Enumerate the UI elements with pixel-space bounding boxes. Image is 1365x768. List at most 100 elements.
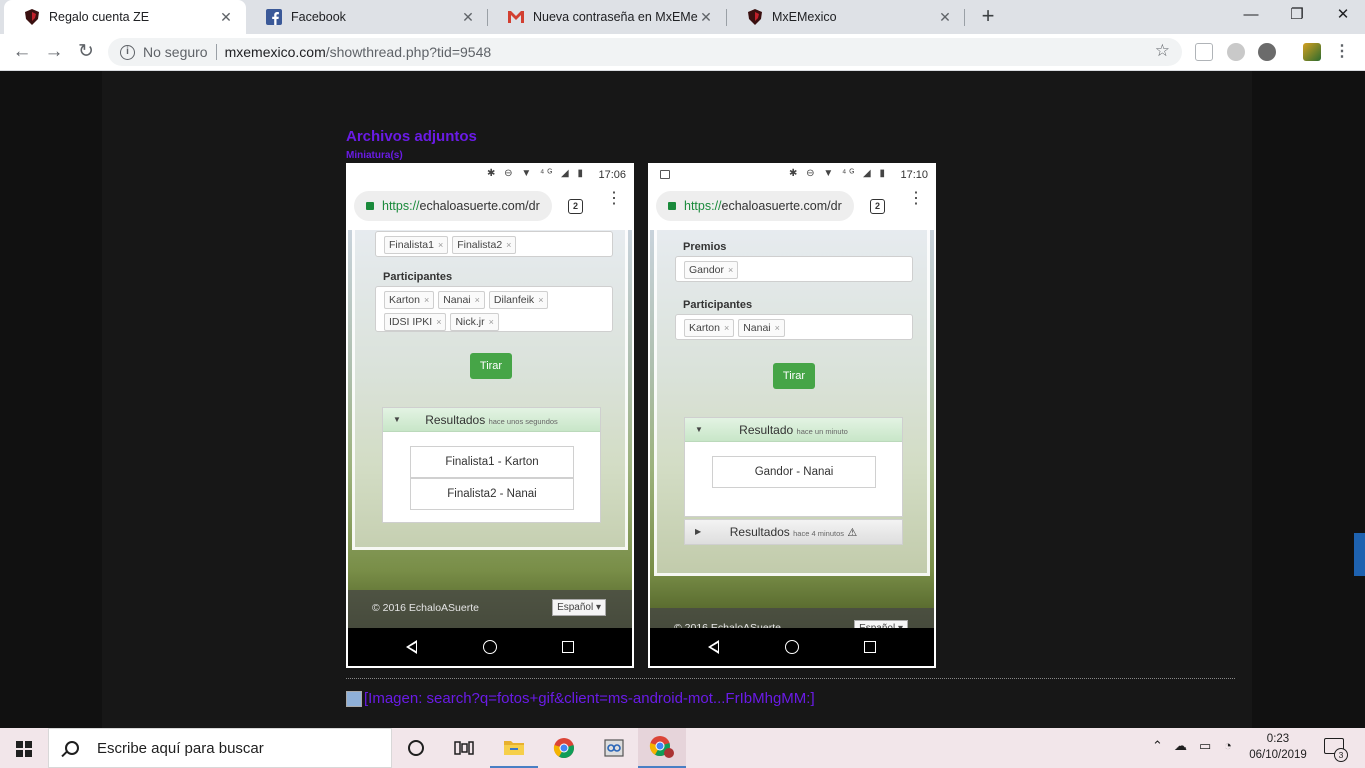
chrome-menu-icon[interactable]: ⋮ (1330, 40, 1354, 64)
close-tab-icon[interactable]: ✕ (937, 9, 953, 26)
status-icons: ✱ ⊖ ▼ ⁴ᴳ ◢ ▮ (487, 168, 586, 179)
broken-image-text: [Imagen: search?q=fotos+gif&client=ms-an… (364, 690, 815, 707)
result-item: Gandor - Nanai (712, 456, 876, 488)
participants-field: Karton × Nanai × (675, 314, 913, 340)
draw-form-card: Finalista1 × Finalista2 × Participantes Kar… (352, 230, 628, 550)
tag-chip: Nanai × (438, 291, 485, 309)
close-tab-icon[interactable]: ✕ (698, 9, 714, 26)
back-triangle-icon (708, 640, 719, 654)
show-hidden-icons-icon[interactable]: ⌃ (1152, 738, 1163, 754)
warning-icon: ⚠ (847, 527, 858, 539)
tab-gmail[interactable]: Nueva contraseña en MxEMexico ✕ (488, 0, 726, 34)
attachment-thumbnail[interactable]: ✱ ⊖ ▼ ⁴ᴳ ◢ ▮ 17:10 https://echaloasuerte… (648, 163, 936, 668)
search-icon (65, 741, 79, 755)
tab-separator (964, 9, 965, 26)
footer-copyright: © 2016 EchaloASuerte (372, 602, 479, 614)
chrome-active-icon[interactable] (638, 728, 686, 768)
result-item: Finalista1 - Karton (410, 446, 574, 478)
caret-right-icon: ▶ (695, 527, 702, 536)
taskbar-clock[interactable]: 0:23 06/10/2019 (1248, 731, 1308, 763)
address-bar[interactable]: i No seguro mxemexico.com/showthread.php… (108, 38, 1182, 66)
tag-chip: Karton × (384, 291, 435, 309)
mxe-shield-icon (24, 9, 40, 25)
back-arrow-icon[interactable]: ← (10, 40, 34, 64)
close-window-button[interactable]: ✕ (1320, 0, 1365, 32)
tab-facebook[interactable]: Facebook ✕ (246, 0, 488, 34)
tag-chip: IDSI IPKI × (384, 313, 447, 331)
forward-arrow-icon[interactable]: → (42, 40, 66, 64)
close-tab-icon[interactable]: ✕ (218, 9, 234, 26)
cortana-icon[interactable] (392, 728, 440, 768)
reload-icon[interactable]: ↻ (74, 40, 98, 64)
tag-chip: Dilanfeik × (488, 291, 549, 309)
search-placeholder: Escribe aquí para buscar (97, 739, 264, 757)
tab-count-icon: 2 (870, 199, 885, 214)
clock-date: 06/10/2019 (1249, 749, 1307, 761)
url-scheme: https:// (382, 199, 420, 213)
results-panel: ▼ Resultados hace unos segundos Finalist… (382, 407, 601, 523)
broken-image-link[interactable]: [Imagen: search?q=fotos+gif&client=ms-an… (346, 690, 815, 707)
task-view-icon[interactable] (440, 728, 488, 768)
url-path: /showthread.php?tid=9548 (325, 44, 492, 60)
mobile-footer: © 2016 EchaloASuerte Español ▾ (650, 608, 934, 630)
snipping-tool-icon[interactable] (590, 728, 638, 768)
language-select: Español ▾ (552, 599, 606, 616)
tab-strip: Regalo cuenta ZE ✕ Facebook ✕ Nueva cont… (0, 0, 1365, 34)
wifi-icon[interactable]: ◔ (1224, 738, 1232, 753)
windows-logo-icon (16, 741, 32, 757)
bookmark-star-icon[interactable]: ☆ (1155, 41, 1170, 61)
thumbnails-label: Miniatura(s) (346, 150, 403, 161)
phone-status-bar: ✱ ⊖ ▼ ⁴ᴳ ◢ ▮ 17:06 (348, 165, 632, 185)
facebook-icon (266, 9, 282, 25)
post-divider (346, 678, 1235, 679)
home-circle-icon (785, 640, 799, 654)
prizes-field: Gandor × (675, 256, 913, 282)
tab-title: Nueva contraseña en MxEMexico (533, 10, 698, 24)
status-time: 17:10 (900, 169, 928, 181)
mobile-url-bar: https://echaloasuerte.com/dr (354, 191, 552, 221)
tab-mxemexico[interactable]: MxEMexico ✕ (727, 0, 965, 34)
results-header: ▼ Resultados hace unos segundos (383, 408, 600, 432)
clock-time: 0:23 (1266, 733, 1290, 745)
security-label: No seguro (143, 44, 208, 60)
mobile-chrome-bar: https://echaloasuerte.com/dr 2 ⋮ (348, 185, 632, 230)
file-explorer-icon[interactable] (490, 728, 538, 768)
lock-icon (366, 202, 374, 210)
minimize-button[interactable]: — (1228, 0, 1274, 32)
gallery-icon (660, 170, 670, 179)
recents-square-icon (864, 641, 876, 653)
mobile-page: Premios Gandor × Participantes Karton × Nan… (650, 230, 934, 630)
scrollbar-thumb[interactable] (1354, 533, 1365, 576)
prizes-label: Premios (683, 241, 727, 253)
attachment-thumbnail[interactable]: ✱ ⊖ ▼ ⁴ᴳ ◢ ▮ 17:06 https://echaloasuerte… (346, 163, 634, 668)
browser-toolbar: ← → ↻ i No seguro mxemexico.com/showthre… (0, 34, 1365, 71)
start-button[interactable] (0, 728, 48, 768)
back-triangle-icon (406, 640, 417, 654)
profile-avatar[interactable] (1303, 43, 1321, 61)
extension-icon[interactable] (1195, 43, 1213, 61)
close-tab-icon[interactable]: ✕ (460, 9, 476, 26)
onedrive-icon[interactable]: ☁ (1174, 738, 1187, 754)
restore-button[interactable]: ❐ (1274, 0, 1320, 32)
taskbar-search[interactable]: Escribe aquí para buscar (48, 728, 392, 768)
draw-button: Tirar (773, 363, 815, 389)
notification-count-badge: 3 (1334, 748, 1348, 762)
older-results-time: hace 4 minutos (793, 529, 845, 538)
recents-square-icon (562, 641, 574, 653)
extension-icon[interactable] (1227, 43, 1245, 61)
results-title: Resultados (425, 413, 486, 427)
caret-down-icon: ▼ (695, 425, 703, 434)
tag-chip: Nanai × (738, 319, 785, 337)
extension-icon[interactable] (1258, 43, 1276, 61)
tab-title: Regalo cuenta ZE (49, 10, 150, 24)
url-host: mxemexico.com (224, 44, 326, 60)
attachments-heading: Archivos adjuntos (346, 128, 477, 145)
tab-regalo-cuenta[interactable]: Regalo cuenta ZE ✕ (4, 0, 246, 34)
battery-icon[interactable]: ▭ (1199, 738, 1211, 754)
url-scheme: https:// (684, 199, 722, 213)
chrome-icon[interactable] (540, 728, 588, 768)
draw-form-card: Premios Gandor × Participantes Karton × Nan… (654, 230, 930, 576)
new-tab-button[interactable]: + (976, 5, 1000, 29)
caret-down-icon: ▼ (393, 415, 401, 424)
info-icon[interactable]: i (120, 44, 135, 60)
